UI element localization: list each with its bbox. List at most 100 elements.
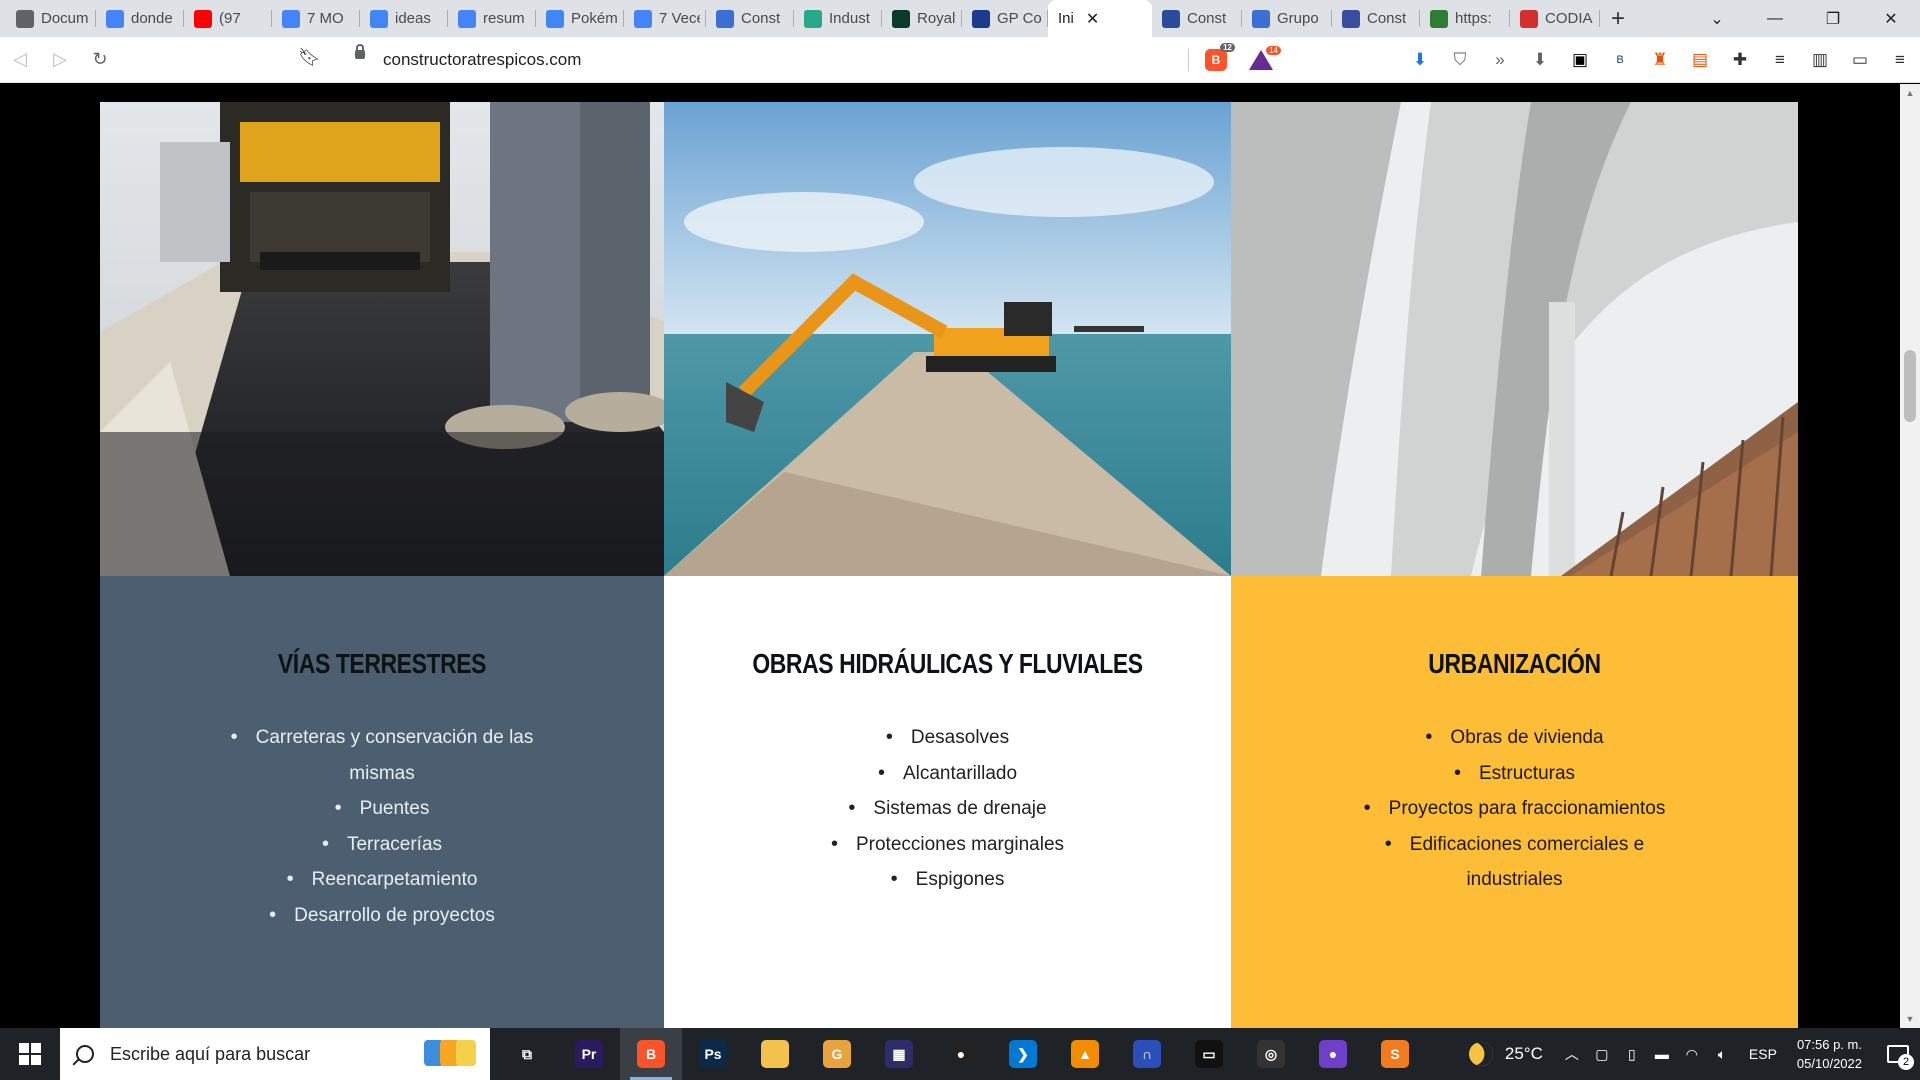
docs-icon [458, 9, 476, 28]
browser-tab[interactable]: Const [1332, 0, 1420, 37]
film-icon: ▦ [885, 1040, 913, 1068]
taskbar-app[interactable]: S [1364, 1028, 1426, 1080]
page-viewport: VÍAS TERRESTRES Carreteras y conservació… [0, 84, 1900, 1028]
page-scrollbar[interactable]: ▲ ▼ [1900, 84, 1920, 1028]
bookmark-icon[interactable]: 🔖︎ [298, 47, 321, 68]
taskbar-app[interactable]: ● [930, 1028, 992, 1080]
obs-icon: ◎ [1257, 1040, 1285, 1068]
device-icon[interactable]: ▢ [1587, 1028, 1617, 1080]
taskbar-app[interactable]: ▭ [1178, 1028, 1240, 1080]
service-title: OBRAS HIDRÁULICAS Y FLUVIALES [752, 648, 1143, 679]
browser-tab[interactable]: Ini ✕ [1048, 0, 1152, 37]
wallet-icon[interactable]: ▭ [1840, 37, 1880, 83]
shield-icon[interactable]: ⛉ [1440, 37, 1480, 83]
menu-icon[interactable]: ≡ [1880, 37, 1920, 83]
playlist-icon[interactable]: ≡ [1760, 37, 1800, 83]
tab-label: https: [1455, 10, 1492, 27]
chess-icon[interactable]: ♜ [1640, 37, 1680, 83]
forward-icon[interactable]: ▷ [40, 40, 80, 80]
browser-tab[interactable]: Docum [6, 0, 96, 37]
scrollbar-thumb[interactable] [1904, 350, 1916, 422]
calendar-icon[interactable]: ▤ [1680, 37, 1720, 83]
browser-tab[interactable]: Const [706, 0, 794, 37]
taskbar-app[interactable]: ∩ [1116, 1028, 1178, 1080]
notification-center-button[interactable]: 2 [1876, 1028, 1920, 1080]
tab-list: Docum donde (97 7 MO ideas resum Pokém 7 Vece Co… [0, 0, 1600, 37]
b-extension-icon[interactable]: B [1600, 37, 1640, 83]
sidebar-icon[interactable]: ▥ [1800, 37, 1840, 83]
triangle-icon [892, 9, 910, 28]
browser-tab[interactable]: GP Co [962, 0, 1048, 37]
browser-tab[interactable]: resum [448, 0, 536, 37]
chevron-up-icon[interactable]: ︿ [1557, 1028, 1587, 1080]
fast-forward-icon[interactable]: » [1480, 37, 1520, 83]
service-list-vias: Carreteras y conservación de las mismasP… [212, 720, 552, 933]
browser-tab[interactable]: Indust [794, 0, 882, 37]
usb-icon[interactable]: ▯ [1617, 1028, 1647, 1080]
taskbar-app[interactable]: ⧉ [496, 1028, 558, 1080]
service-body-vias: VÍAS TERRESTRES Carreteras y conservació… [100, 576, 664, 1028]
language-indicator[interactable]: ESP [1749, 1046, 1777, 1062]
taskbar-app[interactable]: G [806, 1028, 868, 1080]
browser-tab[interactable]: Grupo [1242, 0, 1332, 37]
taskbar-app[interactable]: ❯ [992, 1028, 1054, 1080]
taskbar-app[interactable]: ▦ [868, 1028, 930, 1080]
browser-tab[interactable]: 7 MO [272, 0, 360, 37]
battery-icon[interactable]: ▬ [1647, 1028, 1677, 1080]
services-section: VÍAS TERRESTRES Carreteras y conservació… [100, 102, 1798, 1028]
download-circle-icon[interactable]: ⬇ [1520, 37, 1560, 83]
volume-icon[interactable]: 🔈︎ [1707, 1028, 1737, 1080]
browser-tab[interactable]: 7 Vece [624, 0, 706, 37]
address-bar[interactable]: constructoratrespicos.com [383, 50, 581, 70]
owl-icon [1252, 9, 1270, 28]
premiere-icon: Pr [575, 1040, 603, 1068]
browser-tab[interactable]: CODIA [1510, 0, 1600, 37]
browser-tab[interactable]: (97 [184, 0, 272, 37]
tab-label: donde [131, 10, 173, 27]
close-window-icon[interactable]: ✕ [1862, 0, 1920, 37]
sublime-icon: S [1381, 1040, 1409, 1068]
gamepad-icon[interactable]: ▣ [1560, 37, 1600, 83]
service-list-item: Edificaciones comerciales e industriales [1345, 827, 1685, 898]
scroll-down-icon[interactable]: ▼ [1900, 1010, 1920, 1028]
wifi-icon[interactable]: ◠ [1677, 1028, 1707, 1080]
taskbar-app[interactable]: Pr [558, 1028, 620, 1080]
service-list-urbanizacion: Obras de viviendaEstructurasProyectos pa… [1345, 720, 1685, 898]
weather-widget[interactable]: 25°C [1465, 1038, 1543, 1070]
taskbar-app[interactable]: B [620, 1028, 682, 1080]
taskbar-app[interactable]: ▲ [1054, 1028, 1116, 1080]
clock[interactable]: 07:56 p. m. 05/10/2022 [1797, 1035, 1862, 1073]
window-controls: ⌄ — ❐ ✕ [1688, 0, 1920, 37]
minimize-icon[interactable]: — [1746, 0, 1804, 37]
brave-rewards-icon[interactable]: 14 [1249, 46, 1281, 70]
taskbar-app[interactable]: Ps [682, 1028, 744, 1080]
new-tab-button[interactable]: + [1600, 0, 1636, 37]
notification-count: 2 [1898, 1054, 1914, 1070]
service-card-urbanizacion: URBANIZACIÓN Obras de viviendaEstructura… [1231, 102, 1798, 1028]
download-icon[interactable]: ⬇ [1400, 37, 1440, 83]
lock-icon[interactable] [355, 44, 365, 59]
restore-icon[interactable]: ❐ [1804, 0, 1862, 37]
browser-tab[interactable]: Pokém [536, 0, 624, 37]
reload-icon[interactable]: ↻ [80, 40, 120, 80]
back-icon[interactable]: ◁ [0, 40, 40, 80]
browser-tab[interactable]: Const [1152, 0, 1242, 37]
scroll-up-icon[interactable]: ▲ [1900, 84, 1920, 102]
taskbar-app[interactable] [744, 1028, 806, 1080]
browser-tab[interactable]: https: [1420, 0, 1510, 37]
tab-label: Pokém [571, 10, 618, 27]
puzzle-icon[interactable]: ✚ [1720, 37, 1760, 83]
taskbar-app[interactable]: ● [1302, 1028, 1364, 1080]
start-button[interactable] [0, 1028, 60, 1080]
tab-search-icon[interactable]: ⌄ [1688, 0, 1746, 37]
browser-tab[interactable]: Royalt [882, 0, 962, 37]
taskbar-app[interactable]: ◎ [1240, 1028, 1302, 1080]
brave-shields-icon[interactable]: B 12 [1205, 43, 1235, 71]
browser-tab[interactable]: donde [96, 0, 184, 37]
taskbar-search-box[interactable]: Escribe aquí para buscar [60, 1028, 490, 1080]
browser-tab[interactable]: ideas [360, 0, 448, 37]
service-list-item: Protecciones marginales [664, 827, 1231, 863]
windows-logo-icon [19, 1043, 41, 1065]
tab-label: ideas [395, 10, 431, 27]
close-tab-icon[interactable]: ✕ [1086, 9, 1099, 29]
